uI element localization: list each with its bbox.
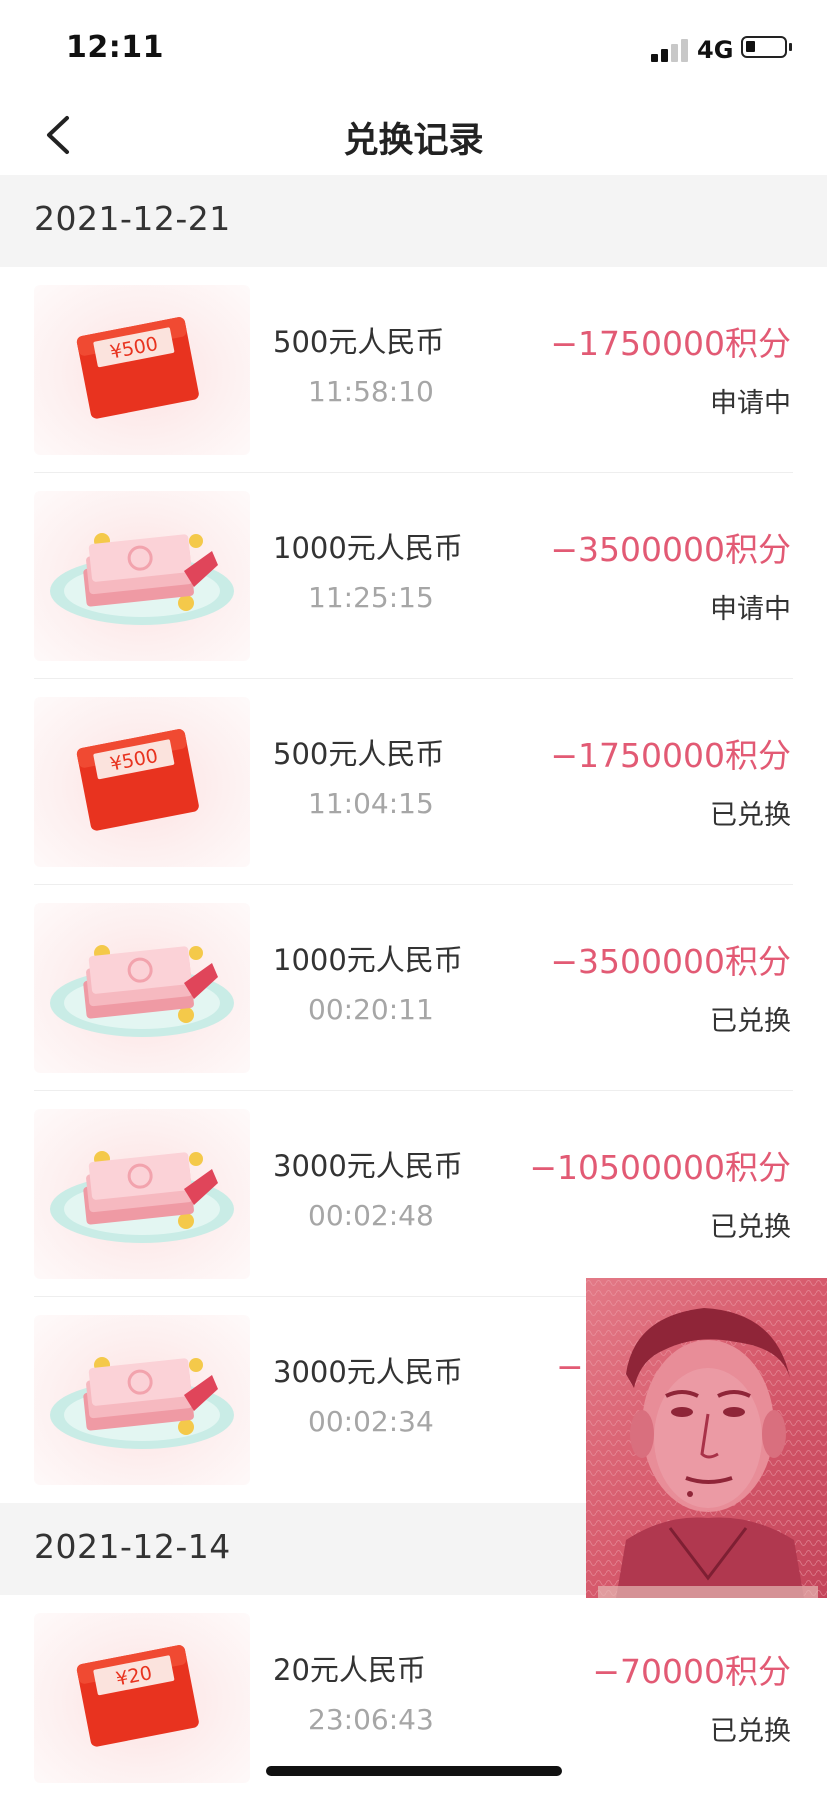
points-deducted: −10500000积分 (529, 1148, 791, 1187)
date-header: 2021-12-21 (0, 175, 827, 267)
status-label: 已兑换 (710, 1716, 791, 1747)
cash-stack-thumbnail (34, 903, 250, 1073)
item-time: 00:02:34 (308, 1405, 434, 1438)
item-name: 500元人民币 (273, 737, 445, 771)
status-time: 12:11 (66, 30, 164, 65)
red-packet-icon: ¥500 (76, 317, 199, 419)
item-time: 23:06:43 (308, 1703, 434, 1736)
red-packet-icon: ¥500 (76, 729, 199, 831)
page-title: 兑换记录 (343, 121, 484, 161)
points-deducted: −1750000积分 (550, 736, 791, 775)
item-name: 1000元人民币 (273, 943, 463, 977)
cash-stack-icon (50, 1357, 234, 1449)
item-time: 11:04:15 (308, 787, 434, 820)
item-name: 500元人民币 (273, 325, 445, 359)
date-label: 2021-12-14 (34, 1527, 231, 1566)
item-time: 00:20:11 (308, 993, 434, 1026)
exchange-record-row[interactable]: ¥500 500元人民币 11:58:10 −1750000积分 申请中 (0, 267, 827, 473)
item-name: 3000元人民币 (273, 1355, 463, 1389)
status-label: 已兑换 (710, 1212, 791, 1243)
cash-stack-icon (50, 945, 234, 1037)
banknote-portrait-image (586, 1278, 827, 1598)
red-packet-thumbnail: ¥500 (34, 697, 250, 867)
item-name: 1000元人民币 (273, 531, 463, 565)
cash-stack-icon (50, 533, 234, 625)
red-packet-icon: ¥20 (76, 1645, 199, 1747)
date-label: 2021-12-21 (34, 199, 231, 238)
item-time: 00:02:48 (308, 1199, 434, 1232)
battery-icon (741, 36, 792, 58)
points-deducted: −3500000积分 (550, 942, 791, 981)
item-time: 11:25:15 (308, 581, 434, 614)
status-bar: 12:11 4G (0, 0, 827, 100)
home-indicator (266, 1766, 562, 1776)
points-deducted: −3500000积分 (550, 530, 791, 569)
points-deducted: −1750000积分 (550, 324, 791, 363)
exchange-record-row[interactable]: 1000元人民币 11:25:15 −3500000积分 申请中 (0, 473, 827, 679)
cash-stack-thumbnail (34, 1315, 250, 1485)
exchange-record-row[interactable]: 1000元人民币 00:20:11 −3500000积分 已兑换 (0, 885, 827, 1091)
red-packet-thumbnail: ¥20 (34, 1613, 250, 1783)
status-label: 申请中 (710, 594, 791, 625)
item-time: 11:58:10 (308, 375, 434, 408)
item-name: 20元人民币 (273, 1653, 426, 1687)
exchange-record-row[interactable]: 3000元人民币 00:02:48 −10500000积分 已兑换 (0, 1091, 827, 1297)
cash-stack-thumbnail (34, 491, 250, 661)
status-label: 申请中 (710, 388, 791, 419)
red-packet-thumbnail: ¥500 (34, 285, 250, 455)
exchange-record-row[interactable]: ¥500 500元人民币 11:04:15 −1750000积分 已兑换 (0, 679, 827, 885)
cash-stack-thumbnail (34, 1109, 250, 1279)
status-label: 已兑换 (710, 800, 791, 831)
status-label: 已兑换 (710, 1006, 791, 1037)
item-name: 3000元人民币 (273, 1149, 463, 1183)
cash-stack-icon (50, 1151, 234, 1243)
points-deducted: −70000积分 (592, 1652, 791, 1691)
nav-bar: 兑换记录 (0, 100, 827, 170)
network-type: 4G (697, 36, 734, 64)
banknote-photo (586, 1278, 827, 1598)
signal-strength-icon (651, 38, 691, 62)
